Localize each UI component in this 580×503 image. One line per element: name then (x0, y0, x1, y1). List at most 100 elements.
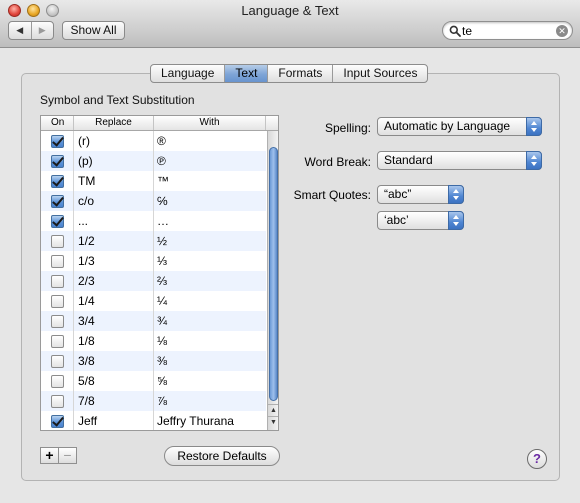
remove-substitution-button[interactable]: − (58, 447, 77, 464)
search-field[interactable]: ✕ (442, 21, 573, 40)
popup-arrows-icon (448, 211, 464, 230)
spelling-label: Spelling: (324, 121, 371, 135)
scroll-down-arrow-icon[interactable]: ▼ (268, 416, 278, 428)
spelling-popup[interactable]: Automatic by Language (377, 117, 542, 136)
row-enabled-checkbox[interactable] (51, 395, 64, 408)
table-row[interactable]: 3/4 ¾ (41, 311, 266, 331)
replace-cell[interactable]: 7/8 (74, 391, 154, 411)
replace-cell[interactable]: 1/3 (74, 251, 154, 271)
with-cell[interactable]: ⅝ (154, 371, 266, 391)
table-row[interactable]: Jeff Jeffry Thurana (41, 411, 266, 430)
forward-arrow-icon: ▶ (38, 25, 46, 35)
with-cell[interactable]: ⅔ (154, 271, 266, 291)
replace-cell[interactable]: c/o (74, 191, 154, 211)
title-bar: Language & Text ◀ ▶ Show All ✕ (0, 0, 580, 48)
add-substitution-button[interactable]: + (40, 447, 59, 464)
with-cell[interactable]: ¼ (154, 291, 266, 311)
row-enabled-checkbox[interactable] (51, 215, 64, 228)
replace-cell[interactable]: 5/8 (74, 371, 154, 391)
single-quotes-value: ‘abc’ (384, 213, 409, 227)
scrollbar-thumb[interactable] (269, 147, 278, 401)
substitution-table: On Replace With (r) ® (p) ℗ TM ™ c/o ℅ .… (40, 115, 279, 431)
replace-cell[interactable]: TM (74, 171, 154, 191)
with-cell[interactable]: ⅞ (154, 391, 266, 411)
clear-search-icon[interactable]: ✕ (556, 25, 568, 37)
column-header-with[interactable]: With (154, 116, 266, 130)
row-enabled-checkbox[interactable] (51, 295, 64, 308)
replace-cell[interactable]: (r) (74, 131, 154, 151)
replace-cell[interactable]: 2/3 (74, 271, 154, 291)
table-row[interactable]: TM ™ (41, 171, 266, 191)
tab-formats[interactable]: Formats (267, 65, 332, 82)
replace-cell[interactable]: 1/2 (74, 231, 154, 251)
table-row[interactable]: c/o ℅ (41, 191, 266, 211)
table-rows: (r) ® (p) ℗ TM ™ c/o ℅ ... … 1/2 ½ 1/3 ⅓… (41, 131, 266, 430)
search-input[interactable] (462, 23, 552, 38)
with-cell[interactable]: ⅜ (154, 351, 266, 371)
replace-cell[interactable]: 1/8 (74, 331, 154, 351)
preference-tabs: Language Text Formats Input Sources (150, 64, 429, 83)
back-button[interactable]: ◀ (9, 22, 31, 39)
preferences-window: Language & Text ◀ ▶ Show All ✕ Language … (0, 0, 580, 503)
popup-arrows-icon (448, 185, 464, 204)
table-row[interactable]: 5/8 ⅝ (41, 371, 266, 391)
tab-text[interactable]: Text (224, 65, 268, 82)
table-row[interactable]: 3/8 ⅜ (41, 351, 266, 371)
replace-cell[interactable]: 3/8 (74, 351, 154, 371)
row-enabled-checkbox[interactable] (51, 255, 64, 268)
table-row[interactable]: ... … (41, 211, 266, 231)
word-break-value: Standard (384, 153, 433, 167)
word-break-popup[interactable]: Standard (377, 151, 542, 170)
table-row[interactable]: 1/3 ⅓ (41, 251, 266, 271)
word-break-label: Word Break: (304, 155, 371, 169)
table-row[interactable]: 1/2 ½ (41, 231, 266, 251)
table-row[interactable]: (p) ℗ (41, 151, 266, 171)
column-header-replace[interactable]: Replace (74, 116, 154, 130)
table-header: On Replace With (41, 116, 278, 131)
table-row[interactable]: 2/3 ⅔ (41, 271, 266, 291)
row-enabled-checkbox[interactable] (51, 275, 64, 288)
tab-language[interactable]: Language (151, 65, 224, 82)
section-title: Symbol and Text Substitution (40, 93, 195, 107)
table-row[interactable]: 1/4 ¼ (41, 291, 266, 311)
row-enabled-checkbox[interactable] (51, 335, 64, 348)
with-cell[interactable]: ½ (154, 231, 266, 251)
with-cell[interactable]: ® (154, 131, 266, 151)
with-cell[interactable]: ¾ (154, 311, 266, 331)
replace-cell[interactable]: Jeff (74, 411, 154, 430)
help-button[interactable]: ? (527, 449, 547, 469)
with-cell[interactable]: ⅓ (154, 251, 266, 271)
replace-cell[interactable]: (p) (74, 151, 154, 171)
with-cell[interactable]: ℅ (154, 191, 266, 211)
with-cell[interactable]: ⅛ (154, 331, 266, 351)
table-row[interactable]: 7/8 ⅞ (41, 391, 266, 411)
row-enabled-checkbox[interactable] (51, 155, 64, 168)
tab-input-sources[interactable]: Input Sources (332, 65, 427, 82)
column-header-on[interactable]: On (41, 116, 74, 130)
row-enabled-checkbox[interactable] (51, 315, 64, 328)
back-arrow-icon: ◀ (16, 25, 24, 35)
with-cell[interactable]: ™ (154, 171, 266, 191)
show-all-button[interactable]: Show All (62, 21, 125, 40)
forward-button[interactable]: ▶ (30, 22, 54, 39)
with-cell[interactable]: Jeffry Thurana (154, 411, 266, 430)
with-cell[interactable]: ℗ (154, 151, 266, 171)
row-enabled-checkbox[interactable] (51, 175, 64, 188)
row-enabled-checkbox[interactable] (51, 375, 64, 388)
row-enabled-checkbox[interactable] (51, 135, 64, 148)
table-scrollbar[interactable]: ▲ ▼ (267, 131, 278, 430)
row-enabled-checkbox[interactable] (51, 355, 64, 368)
replace-cell[interactable]: 3/4 (74, 311, 154, 331)
restore-defaults-button[interactable]: Restore Defaults (164, 446, 280, 466)
single-quotes-popup[interactable]: ‘abc’ (377, 211, 464, 230)
scroll-up-arrow-icon[interactable]: ▲ (268, 404, 278, 416)
row-enabled-checkbox[interactable] (51, 235, 64, 248)
replace-cell[interactable]: 1/4 (74, 291, 154, 311)
double-quotes-popup[interactable]: “abc” (377, 185, 464, 204)
row-enabled-checkbox[interactable] (51, 195, 64, 208)
table-row[interactable]: (r) ® (41, 131, 266, 151)
with-cell[interactable]: … (154, 211, 266, 231)
table-row[interactable]: 1/8 ⅛ (41, 331, 266, 351)
row-enabled-checkbox[interactable] (51, 415, 64, 428)
replace-cell[interactable]: ... (74, 211, 154, 231)
